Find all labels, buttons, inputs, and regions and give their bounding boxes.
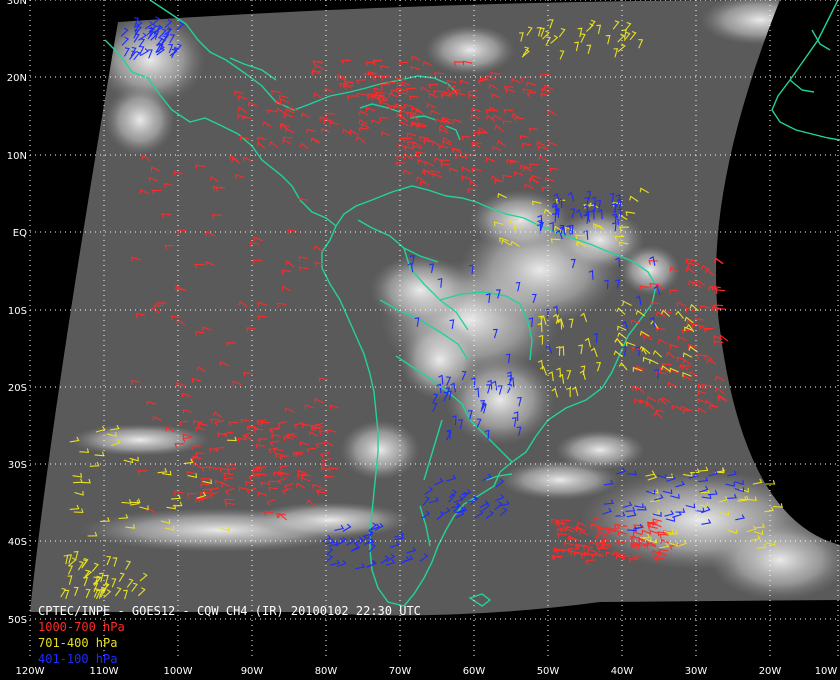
- longitude-label: 110W: [90, 666, 119, 677]
- longitude-label: 40W: [611, 666, 634, 677]
- longitude-label: 50W: [537, 666, 560, 677]
- cloud: [620, 245, 680, 295]
- longitude-label: 100W: [164, 666, 193, 677]
- latitude-label: 20N: [7, 73, 27, 84]
- wind-barb: [715, 289, 726, 294]
- latitude-label: 50S: [8, 615, 27, 626]
- map-title: CPTEC/INPE - GOES12 - CQW CH4 (IR) 20100…: [38, 604, 421, 618]
- latitude-label: 20S: [8, 383, 27, 394]
- latitude-label: 30N: [7, 0, 27, 7]
- latitude-label: 10S: [8, 306, 27, 317]
- latitude-label: 30S: [8, 460, 27, 471]
- cloud: [370, 255, 470, 325]
- longitude-label: 30W: [685, 666, 708, 677]
- cloud: [250, 502, 410, 538]
- longitude-label: 70W: [389, 666, 412, 677]
- latitude-labels: 30N 20N 10N EQ 10S 20S 30S 40S 50S: [7, 0, 27, 626]
- wind-barb: [715, 308, 726, 313]
- cloud: [425, 25, 515, 75]
- cloud: [70, 424, 210, 456]
- map-canvas: 30N 20N 10N EQ 10S 20S 30S 40S 50S 120W 110W 100W 9…: [7, 0, 840, 677]
- cloud: [105, 85, 175, 155]
- legend: CPTEC/INPE - GOES12 - CQW CH4 (IR) 20100…: [38, 603, 421, 667]
- longitude-label: 90W: [241, 666, 264, 677]
- longitude-label: 80W: [315, 666, 338, 677]
- longitude-label: 120W: [16, 666, 45, 677]
- longitude-label: 10W: [815, 666, 838, 677]
- legend-item-mid: 701-400 hPa: [38, 636, 118, 650]
- legend-item-low: 1000-700 hPa: [38, 620, 125, 634]
- cloud: [340, 420, 420, 480]
- longitude-label: 20W: [759, 666, 782, 677]
- satellite-imagery: [30, 0, 840, 616]
- latitude-label: 10N: [7, 151, 27, 162]
- satellite-wind-map: 30N 20N 10N EQ 10S 20S 30S 40S 50S 120W 110W 100W 9…: [0, 0, 840, 680]
- legend-item-high: 401-100 hPa: [38, 652, 118, 666]
- longitude-label: 60W: [463, 666, 486, 677]
- latitude-label: EQ: [13, 228, 27, 239]
- latitude-label: 40S: [8, 537, 27, 548]
- longitude-labels: 120W 110W 100W 90W 80W 70W 60W 50W 40W 30W 20W 10W: [16, 666, 838, 677]
